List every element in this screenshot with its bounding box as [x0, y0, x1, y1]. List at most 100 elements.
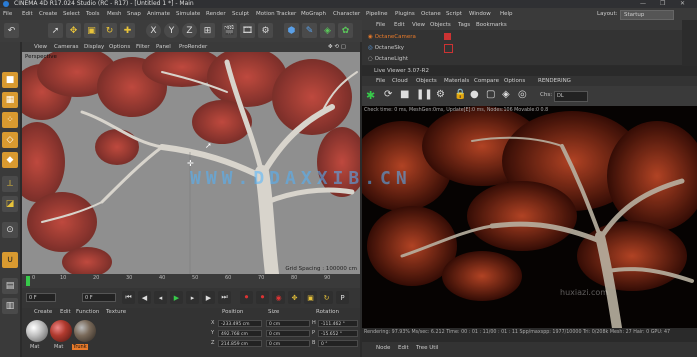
key-param-button[interactable]: P [336, 291, 349, 304]
pick-icon[interactable]: ◈ [502, 89, 510, 100]
size-z-field[interactable]: 0 cm [266, 340, 310, 347]
key-position-button[interactable]: ✥ [288, 291, 301, 304]
key-rotation-button[interactable]: ↻ [320, 291, 333, 304]
next-frame-button[interactable]: ▸ [186, 291, 199, 304]
om-menu-file[interactable]: File [376, 20, 385, 30]
vp-menu-prorender[interactable]: ProRender [179, 42, 207, 52]
current-frame-field[interactable]: 0 F [82, 293, 116, 302]
menu-help[interactable]: Help [500, 8, 513, 20]
restart-icon[interactable]: ⟳ [384, 89, 392, 100]
object-row[interactable]: ◎ OctaneSky [368, 43, 404, 53]
material-swatch[interactable] [74, 320, 96, 342]
lv-menu-options[interactable]: Options [504, 76, 525, 86]
lv-menu-file[interactable]: File [376, 76, 385, 86]
settings-icon[interactable]: ⚙ [436, 89, 445, 100]
channel-dropdown[interactable]: DL [554, 91, 588, 102]
keyframe-selection-button[interactable]: ◉ [272, 291, 285, 304]
go-to-end-button[interactable]: ⏭ [218, 291, 231, 304]
timeline-playhead[interactable] [26, 276, 30, 286]
vp-menu-cameras[interactable]: Cameras [54, 42, 78, 52]
mat-menu-create[interactable]: Create [34, 308, 52, 317]
viewport-3d[interactable]: ✛ ➚ Perspective Grid Spacing : 100000 cm [22, 52, 360, 274]
rotate-tool-button[interactable]: ↻ [102, 23, 117, 38]
magnet-icon[interactable]: ∪ [2, 252, 18, 268]
render-view-button[interactable]: 🎞 [240, 23, 255, 38]
cube-button[interactable]: ⬢ [284, 23, 299, 38]
record-button[interactable]: ⏺ [240, 291, 253, 304]
vp-menu-display[interactable]: Display [84, 42, 104, 52]
om-menu-tags[interactable]: Tags [458, 20, 470, 30]
om-menu-objects[interactable]: Objects [430, 20, 451, 30]
send-scene-icon[interactable]: ✱ [366, 89, 375, 102]
viewport-nav-icons[interactable]: ✥ ⟲ ▢ [328, 42, 346, 52]
octane-light-tag-icon[interactable] [444, 55, 451, 62]
menu-script[interactable]: Script [446, 8, 462, 20]
key-scale-button[interactable]: ▣ [304, 291, 317, 304]
move-tool-button[interactable]: ✥ [66, 23, 81, 38]
undo-button[interactable]: ↶ [4, 23, 19, 38]
menu-render[interactable]: Render [206, 8, 226, 20]
om-menu-bookmarks[interactable]: Bookmarks [476, 20, 507, 30]
mat-menu-texture[interactable]: Texture [106, 308, 126, 317]
lv-menu-compare[interactable]: Compare [474, 76, 499, 86]
prev-frame-button[interactable]: ◂ [154, 291, 167, 304]
pause-icon[interactable]: ❚❚ [416, 89, 433, 100]
object-row[interactable]: ◌ OctaneLight [368, 54, 408, 64]
menu-create[interactable]: Create [39, 8, 57, 20]
position-x-field[interactable]: -233.495 cm [218, 320, 262, 327]
next-key-button[interactable]: ▶ [202, 291, 215, 304]
lv-menu-cloud[interactable]: Cloud [392, 76, 408, 86]
polygons-mode-icon[interactable]: ◆ [2, 152, 18, 168]
octane-tag-icon[interactable] [444, 44, 453, 53]
play-button[interactable]: ▶ [170, 291, 183, 304]
model-mode-icon[interactable]: ■ [2, 72, 18, 88]
size-y-field[interactable]: 0 cm [266, 330, 310, 337]
cloner-button[interactable]: ✿ [338, 23, 353, 38]
coord-system-button[interactable]: ⊞ [200, 23, 215, 38]
axis-y-button[interactable]: Y [164, 23, 179, 38]
tweak-mode-icon[interactable]: ◪ [2, 196, 18, 212]
rotation-b-field[interactable]: 0 ° [318, 340, 358, 347]
region-icon[interactable]: ▢ [486, 89, 495, 100]
points-mode-icon[interactable]: ⁘ [2, 112, 18, 128]
menu-octane[interactable]: Octane [421, 8, 441, 20]
menu-tools[interactable]: Tools [86, 8, 100, 20]
menu-select[interactable]: Select [63, 8, 80, 20]
workplane-icon[interactable]: ▤ [2, 278, 18, 294]
size-x-field[interactable]: 0 cm [266, 320, 310, 327]
menu-simulate[interactable]: Simulate [176, 8, 200, 20]
stop-icon[interactable]: ■ [400, 89, 409, 100]
menu-plugins[interactable]: Plugins [395, 8, 415, 20]
vp-menu-view[interactable]: View [34, 42, 47, 52]
vp-menu-filter[interactable]: Filter [136, 42, 150, 52]
axis-z-button[interactable]: Z [182, 23, 197, 38]
lv-menu-materials[interactable]: Materials [444, 76, 469, 86]
timeline-ruler[interactable]: 0 10 20 30 40 50 60 70 80 90 [22, 274, 360, 288]
menu-file[interactable]: File [3, 8, 12, 20]
position-y-field[interactable]: 492.768 cm [218, 330, 262, 337]
rotation-p-field[interactable]: -15.652 ° [318, 330, 358, 337]
om-menu-edit[interactable]: Edit [394, 20, 405, 30]
go-to-start-button[interactable]: ⏮ [122, 291, 135, 304]
prev-key-button[interactable]: ◀ [138, 291, 151, 304]
live-render-view[interactable]: Check time: 0 ms, MeshGen:0ms, Update[E]… [362, 106, 697, 328]
lock-icon[interactable]: 🔒 [454, 89, 466, 100]
scale-tool-button[interactable]: ▣ [84, 23, 99, 38]
mat-menu-function[interactable]: Function [76, 308, 99, 317]
render-settings-button[interactable]: ⚙ [258, 23, 273, 38]
snap-icon[interactable]: ⊙ [2, 222, 18, 238]
subdivision-button[interactable]: ◈ [320, 23, 335, 38]
lv-menu-objects[interactable]: Objects [416, 76, 437, 86]
om-menu-view[interactable]: View [412, 20, 425, 30]
position-z-field[interactable]: 214.859 cm [218, 340, 262, 347]
vp-menu-panel[interactable]: Panel [156, 42, 171, 52]
rotation-h-field[interactable]: -111.462 ° [318, 320, 358, 327]
node-menu-tree-util[interactable]: Tree Util [416, 345, 438, 351]
layout-dropdown[interactable]: Startup [620, 10, 674, 20]
menu-mesh[interactable]: Mesh [107, 8, 121, 20]
start-frame-field[interactable]: 0 F [26, 293, 56, 302]
menu-mograph[interactable]: MoGraph [301, 8, 326, 20]
select-tool-button[interactable]: ➚ [48, 23, 63, 38]
sphere-icon[interactable]: ● [470, 89, 479, 100]
menu-pipeline[interactable]: Pipeline [366, 8, 388, 20]
